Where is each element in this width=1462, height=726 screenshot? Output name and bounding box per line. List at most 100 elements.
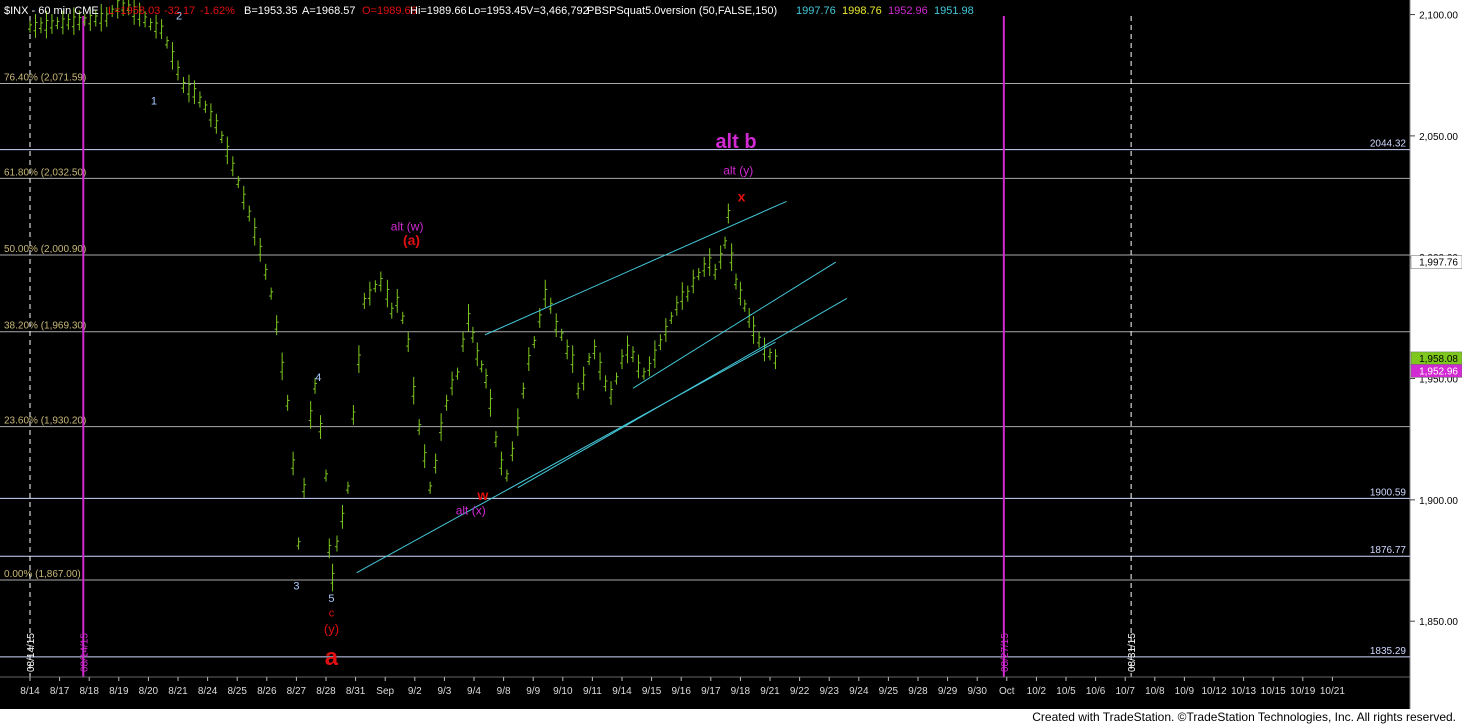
x-tick-label: 10/8: [1145, 686, 1165, 697]
x-tick-label: 9/23: [819, 686, 839, 697]
x-tick-label: 9/21: [760, 686, 780, 697]
x-tick-label: 9/17: [701, 686, 721, 697]
plot-background: [0, 0, 1410, 709]
x-tick-label: 10/2: [1027, 686, 1047, 697]
x-tick-label: 10/6: [1086, 686, 1106, 697]
wave-label: 5: [328, 593, 334, 605]
x-tick-label: 8/21: [168, 686, 188, 697]
header-hi: Hi=1989.66: [410, 5, 467, 17]
x-tick-label: 9/22: [790, 686, 810, 697]
x-tick-label: 8/18: [79, 686, 99, 697]
x-tick-label: 9/16: [671, 686, 691, 697]
y-tick-label: 2,050.00: [1419, 132, 1458, 143]
footer-credit: Created with TradeStation. ©TradeStation…: [1032, 710, 1456, 724]
x-tick-label: Oct: [999, 686, 1015, 697]
x-tick-label: 10/13: [1231, 686, 1256, 697]
x-tick-label: 9/4: [467, 686, 481, 697]
price-tag-label: 1,997.76: [1419, 258, 1458, 269]
wave-label: (y): [324, 621, 339, 636]
x-tick-label: 8/19: [109, 686, 129, 697]
wave-label: alt b: [715, 131, 756, 153]
header-pct: -1.62%: [200, 5, 235, 17]
x-tick-label: 10/12: [1201, 686, 1226, 697]
header-bid: B=1953.35: [244, 5, 298, 17]
header-change: -32.17: [164, 5, 195, 17]
x-tick-label: 9/11: [583, 686, 602, 697]
wave-label: 3: [293, 581, 299, 593]
x-tick-label: 9/3: [437, 686, 451, 697]
x-tick-label: 8/17: [50, 686, 70, 697]
fib-label: 61.80% (2,032.50): [4, 167, 86, 178]
x-tick-label: 9/10: [553, 686, 573, 697]
header-open: O=1989.66: [362, 5, 417, 17]
header-value-1: 1997.76: [796, 5, 836, 17]
wave-label: x: [738, 188, 746, 204]
x-tick-label: Sep: [376, 686, 394, 697]
x-tick-label: 8/14: [20, 686, 40, 697]
header-value-4: 1951.98: [934, 5, 974, 17]
chart-header: $INX - 60 min CME L=1958.03 -32.17 -1.62…: [4, 5, 974, 17]
wave-label: w: [476, 487, 488, 503]
x-tick-label: 10/15: [1261, 686, 1286, 697]
vertical-marker-label: 08/14/15: [79, 633, 90, 672]
x-tick-label: 8/31: [346, 686, 366, 697]
x-tick-label: 8/27: [287, 686, 307, 697]
header-vol: V=3,466,792: [526, 5, 589, 17]
x-tick-label: 9/28: [908, 686, 928, 697]
level-label: 2044.32: [1370, 139, 1407, 150]
vertical-marker-label: 08/31/15: [1127, 633, 1138, 672]
fib-label: 38.20% (1,969.30): [4, 321, 86, 332]
fib-label: 50.00% (2,000.90): [4, 244, 86, 255]
y-tick-label: 1,900.00: [1419, 496, 1458, 507]
x-tick-label: 9/24: [849, 686, 869, 697]
price-tag-label: 1,958.08: [1419, 354, 1458, 365]
level-label: 1876.77: [1370, 545, 1407, 556]
x-tick-label: 10/9: [1175, 686, 1195, 697]
x-tick-label: 10/7: [1115, 686, 1135, 697]
level-label: 1900.59: [1370, 487, 1407, 498]
header-last: L=1958.03: [108, 5, 160, 17]
header-indicator: PBSPSquat5.0version (50,FALSE,150): [587, 5, 777, 17]
x-tick-label: 9/9: [526, 686, 540, 697]
fib-label: 76.40% (2,071.59): [4, 72, 86, 83]
price-tag-label: 1,952.96: [1419, 366, 1458, 377]
wave-label: 4: [315, 372, 321, 384]
header-lo: Lo=1953.45: [468, 5, 526, 17]
x-tick-label: 8/24: [198, 686, 218, 697]
wave-label: (a): [403, 232, 420, 248]
x-tick-label: 8/20: [139, 686, 159, 697]
x-tick-label: 9/29: [938, 686, 958, 697]
x-tick-label: 10/19: [1290, 686, 1315, 697]
footer: Created with TradeStation. ©TradeStation…: [0, 709, 1462, 726]
x-tick-label: 9/2: [408, 686, 422, 697]
header-ask: A=1968.57: [302, 5, 356, 17]
wave-label: c: [329, 607, 335, 619]
header-value-2: 1998.76: [842, 5, 882, 17]
vertical-marker-label: 08/27/15: [1000, 633, 1011, 672]
x-tick-label: 9/8: [497, 686, 511, 697]
fib-label: 0.00% (1,867.00): [4, 569, 81, 580]
wave-label: a: [325, 644, 339, 671]
y-tick-label: 2,100.00: [1419, 11, 1458, 22]
header-symbol: $INX - 60 min CME: [4, 5, 99, 17]
wave-label: alt (y): [723, 164, 753, 178]
price-chart: 76.40% (2,071.59) 61.80% (2,032.50) 50.00%…: [0, 0, 1462, 726]
wave-label: alt (x): [456, 503, 486, 517]
x-tick-label: 8/28: [316, 686, 336, 697]
fib-label: 23.60% (1,930.20): [4, 416, 86, 427]
y-tick-label: 1,850.00: [1419, 617, 1458, 628]
x-tick-label: 8/26: [257, 686, 277, 697]
x-tick-label: 10/5: [1056, 686, 1076, 697]
x-tick-label: 9/30: [967, 686, 987, 697]
x-tick-label: 9/18: [731, 686, 751, 697]
x-tick-label: 10/21: [1320, 686, 1345, 697]
x-tick-label: 9/15: [642, 686, 662, 697]
x-tick-label: 8/25: [227, 686, 247, 697]
chart-svg: 76.40% (2,071.59)61.80% (2,032.50)50.00%…: [0, 0, 1462, 709]
vertical-marker-label: 08/14/15: [26, 633, 37, 672]
wave-label: 1: [151, 95, 157, 107]
x-tick-label: 9/14: [612, 686, 632, 697]
x-tick-label: 9/25: [879, 686, 899, 697]
level-label: 1835.29: [1370, 646, 1407, 657]
header-value-3: 1952.96: [888, 5, 928, 17]
